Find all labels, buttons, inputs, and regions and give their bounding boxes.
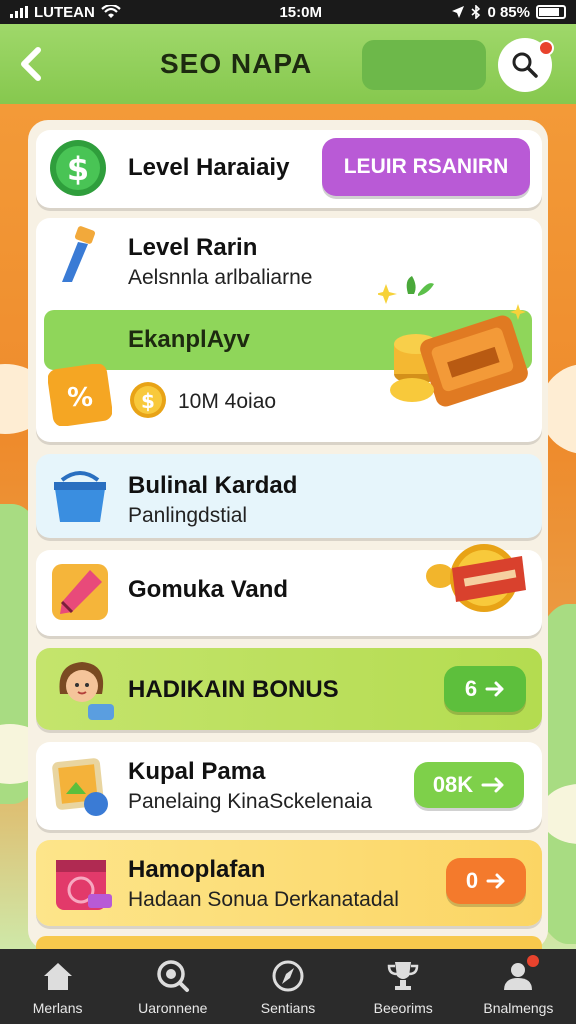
nav-label-profile: Bnalmengs <box>483 999 554 1016</box>
kupal-go-button[interactable]: 08K <box>414 762 524 808</box>
hamoplafan-subtitle: Hadaan Sonua Derkanatadal <box>128 888 399 911</box>
dollar-icon: $ <box>48 138 108 198</box>
location-icon <box>452 6 465 18</box>
hadikain-title: HADIKAIN BONUS <box>128 676 339 703</box>
home-icon <box>43 962 72 990</box>
level-action-button[interactable]: LEUIR RSANIRN <box>322 138 530 196</box>
money-tile-icon: % <box>48 364 112 426</box>
battery-percent: 0 85% <box>487 3 530 21</box>
search-circle-icon <box>157 959 189 992</box>
hamoplafan-card[interactable]: Hamoplafan Hadaan Sonua Derkanatadal 0 <box>36 840 542 926</box>
status-bar: LUTEAN 15:0M 0 85% <box>0 0 576 24</box>
marker-icon <box>50 562 110 622</box>
gomuka-title: Gomuka Vand <box>128 576 289 603</box>
nav-item-explore[interactable]: Sentians <box>230 949 345 1024</box>
svg-text:$: $ <box>141 389 155 413</box>
level-header-title: Level Haraiaiy <box>128 154 290 181</box>
carrier-label: LUTEAN <box>34 3 95 21</box>
hadikain-go-button[interactable]: 6 <box>444 666 526 712</box>
hamoplafan-button-label: 0 <box>465 868 479 893</box>
back-button[interactable] <box>0 24 60 104</box>
trophy-icon <box>387 961 419 990</box>
next-card-edge <box>36 936 542 950</box>
arrow-right-icon <box>486 873 505 889</box>
wallet-coins-illustration <box>378 274 534 418</box>
photo-icon <box>52 754 112 818</box>
coin-icon: $ <box>128 380 168 420</box>
nav-item-search[interactable]: Uaronnene <box>115 949 230 1024</box>
basket-icon <box>50 464 110 526</box>
nav-label-home: Merlans <box>32 999 83 1016</box>
page-title: SEO NAPA <box>160 48 313 79</box>
chevron-left-icon <box>21 47 41 81</box>
ekanplayv-amount: 10M 4oiao <box>178 390 277 413</box>
nav-label-rewards: Beeorims <box>373 999 433 1016</box>
bottom-nav: Merlans Uaronnene Sentians Beeorims Bnal… <box>0 949 576 1024</box>
avatar-icon <box>52 654 116 722</box>
nav-label-explore: Sentians <box>260 999 316 1016</box>
bulinal-card[interactable]: Bulinal Kardad Panlingdstial <box>36 454 542 538</box>
kupal-button-label: 08K <box>432 772 474 797</box>
arrow-right-icon <box>485 681 504 697</box>
calendar-icon <box>52 850 114 914</box>
wifi-icon <box>101 5 121 18</box>
notification-dot <box>538 40 554 56</box>
kupal-subtitle: Panelaing KinaSckelenaia <box>128 790 373 813</box>
bulinal-title: Bulinal Kardad <box>128 472 298 499</box>
gomuka-card[interactable]: Gomuka Vand <box>36 544 542 636</box>
level-header-card[interactable]: $ Level Haraiaiy LEUIR RSANIRN <box>36 130 542 208</box>
bluetooth-icon <box>471 5 481 19</box>
ekanplayv-title: EkanplAyv <box>128 326 250 353</box>
search-button[interactable] <box>498 38 554 92</box>
search-icon <box>512 52 538 78</box>
clock: 15:0M <box>279 3 322 21</box>
hamoplafan-go-button[interactable]: 0 <box>446 858 526 904</box>
hamoplafan-title: Hamoplafan <box>128 856 266 883</box>
svg-text:$: $ <box>67 150 89 188</box>
profile-notification-badge <box>526 955 539 967</box>
brush-icon <box>54 226 108 286</box>
header-pill-button[interactable] <box>362 40 486 90</box>
app-header: SEO NAPA <box>0 24 576 104</box>
battery-icon <box>536 5 566 19</box>
hadikain-button-label: 6 <box>464 676 478 701</box>
arrow-right-icon <box>481 777 504 793</box>
nav-item-profile[interactable]: Bnalmengs <box>461 949 576 1024</box>
nav-item-home[interactable]: Merlans <box>0 949 115 1024</box>
nav-item-rewards[interactable]: Beeorims <box>346 949 461 1024</box>
bulinal-subtitle: Panlingdstial <box>128 504 248 527</box>
level-rarin-title: Level Rarin <box>128 234 258 261</box>
compass-icon <box>272 960 304 991</box>
signal-icon <box>10 6 28 18</box>
hadikain-card[interactable]: HADIKAIN BONUS 6 <box>36 648 542 730</box>
level-rarin-subtitle: Aelsnnla arlbaliarne <box>128 266 313 289</box>
kupal-title: Kupal Pama <box>128 758 266 785</box>
nav-label-search: Uaronnene <box>138 999 208 1016</box>
kupal-card[interactable]: Kupal Pama Panelaing KinaSckelenaia 08K <box>36 742 542 830</box>
svg-text:%: % <box>67 383 93 413</box>
coin-badge-illustration <box>426 540 532 624</box>
